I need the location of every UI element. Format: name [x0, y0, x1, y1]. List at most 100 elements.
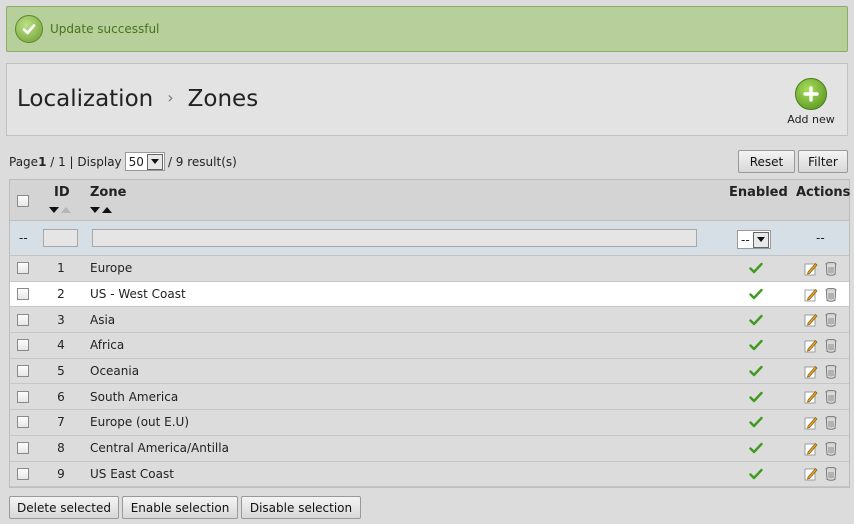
row-zone[interactable]: US East Coast — [90, 462, 174, 487]
row-checkbox[interactable] — [17, 339, 29, 352]
row-zone[interactable]: Oceania — [90, 359, 139, 384]
table-row[interactable]: 6 South America — [10, 384, 849, 411]
column-header-enabled: Enabled — [729, 185, 788, 200]
enabled-check-icon[interactable] — [749, 384, 763, 409]
table-row[interactable]: 4 Africa — [10, 333, 849, 359]
enabled-check-icon[interactable] — [749, 462, 763, 487]
page-current: 1 — [38, 154, 47, 169]
add-new-button[interactable]: Add new — [783, 78, 839, 126]
sort-asc-icon[interactable] — [61, 207, 71, 213]
edit-icon[interactable] — [804, 436, 818, 461]
enabled-check-icon[interactable] — [749, 307, 763, 332]
row-zone[interactable]: Asia — [90, 307, 115, 332]
page-prefix: Page — [9, 154, 39, 169]
row-checkbox[interactable] — [17, 390, 29, 403]
chevron-down-icon — [146, 153, 163, 170]
delete-icon[interactable] — [824, 359, 838, 384]
row-checkbox[interactable] — [17, 288, 29, 301]
delete-icon[interactable] — [824, 256, 838, 281]
column-header-zone[interactable]: Zone — [90, 185, 126, 200]
row-checkbox[interactable] — [17, 467, 29, 480]
filter-placeholder: -- — [19, 231, 28, 245]
edit-icon[interactable] — [804, 333, 818, 358]
id-sort-arrows[interactable] — [49, 207, 71, 213]
edit-icon[interactable] — [804, 410, 818, 435]
edit-icon[interactable] — [804, 307, 818, 332]
row-checkbox[interactable] — [17, 365, 29, 378]
row-checkbox[interactable] — [17, 262, 29, 275]
delete-icon[interactable] — [824, 410, 838, 435]
table-row[interactable]: 2 US - West Coast — [10, 281, 849, 308]
table-row[interactable]: 5 Oceania — [10, 358, 849, 385]
breadcrumb: Localization › Zones — [17, 86, 258, 112]
enabled-check-icon[interactable] — [749, 410, 763, 435]
row-id: 8 — [57, 441, 65, 456]
row-zone[interactable]: US - West Coast — [90, 282, 186, 307]
disable-selection-button[interactable]: Disable selection — [241, 496, 361, 519]
display-count-select[interactable]: 50 — [124, 152, 165, 171]
success-message: Update successful — [50, 22, 160, 36]
table-header: ID Zone Enabled Actions — [10, 180, 850, 221]
delete-icon[interactable] — [824, 333, 838, 358]
edit-icon[interactable] — [804, 384, 818, 409]
chevron-down-icon — [752, 231, 769, 248]
enabled-filter-select[interactable]: -- — [737, 230, 771, 249]
table-row[interactable]: 7 Europe (out E.U) — [10, 410, 849, 436]
table-body: 1 Europe 2 US - West Coast 3 Asia 4 Afri… — [10, 256, 849, 488]
delete-icon[interactable] — [824, 307, 838, 332]
zone-sort-arrows[interactable] — [90, 207, 112, 213]
table-row[interactable]: 1 Europe — [10, 256, 849, 282]
enabled-check-icon[interactable] — [749, 436, 763, 461]
row-zone[interactable]: South America — [90, 384, 178, 409]
result-count: / 9 result(s) — [167, 154, 237, 169]
enabled-check-icon[interactable] — [749, 256, 763, 281]
plus-circle-icon — [795, 78, 827, 110]
table-row[interactable]: 9 US East Coast — [10, 461, 849, 488]
row-id: 5 — [57, 364, 65, 379]
delete-icon[interactable] — [824, 462, 838, 487]
breadcrumb-parent[interactable]: Localization — [17, 86, 153, 112]
table-row[interactable]: 3 Asia — [10, 307, 849, 334]
select-all-checkbox[interactable] — [17, 195, 29, 207]
row-checkbox[interactable] — [17, 313, 29, 326]
edit-icon[interactable] — [804, 282, 818, 307]
enabled-check-icon[interactable] — [749, 359, 763, 384]
enabled-check-icon[interactable] — [749, 282, 763, 307]
actions-filter-placeholder: -- — [816, 231, 825, 245]
delete-icon[interactable] — [824, 282, 838, 307]
delete-icon[interactable] — [824, 436, 838, 461]
edit-icon[interactable] — [804, 359, 818, 384]
row-id: 6 — [57, 389, 65, 404]
filter-button[interactable]: Filter — [798, 150, 848, 173]
row-id: 9 — [57, 466, 65, 481]
row-checkbox[interactable] — [17, 442, 29, 455]
page-of: / 1 | Display — [50, 154, 122, 169]
sort-desc-icon[interactable] — [49, 207, 59, 213]
reset-button[interactable]: Reset — [738, 150, 795, 173]
sort-asc-icon[interactable] — [102, 207, 112, 213]
delete-selected-button[interactable]: Delete selected — [9, 496, 119, 519]
pagination: Page 1 / 1 | Display 50 / 9 result(s) — [9, 152, 237, 171]
enabled-check-icon[interactable] — [749, 333, 763, 358]
enable-selection-button[interactable]: Enable selection — [122, 496, 238, 519]
edit-icon[interactable] — [804, 462, 818, 487]
column-header-id[interactable]: ID — [54, 185, 70, 200]
page-header: Localization › Zones Add new — [6, 63, 848, 136]
row-checkbox[interactable] — [17, 416, 29, 429]
id-filter-input[interactable] — [43, 229, 78, 247]
row-zone[interactable]: Europe — [90, 256, 132, 281]
row-id: 3 — [57, 312, 65, 327]
delete-icon[interactable] — [824, 384, 838, 409]
zone-filter-input[interactable] — [92, 229, 697, 247]
row-zone[interactable]: Europe (out E.U) — [90, 410, 189, 435]
row-zone[interactable]: Africa — [90, 333, 124, 358]
page-title: Zones — [187, 86, 259, 112]
row-id: 1 — [57, 261, 65, 276]
zones-table: ID Zone Enabled Actions -- -- -- 1 Europ… — [9, 179, 850, 489]
table-row[interactable]: 8 Central America/Antilla — [10, 435, 849, 462]
sort-desc-icon[interactable] — [90, 207, 100, 213]
breadcrumb-separator: › — [167, 88, 174, 107]
edit-icon[interactable] — [804, 256, 818, 281]
row-zone[interactable]: Central America/Antilla — [90, 436, 229, 461]
row-id: 2 — [57, 287, 65, 302]
